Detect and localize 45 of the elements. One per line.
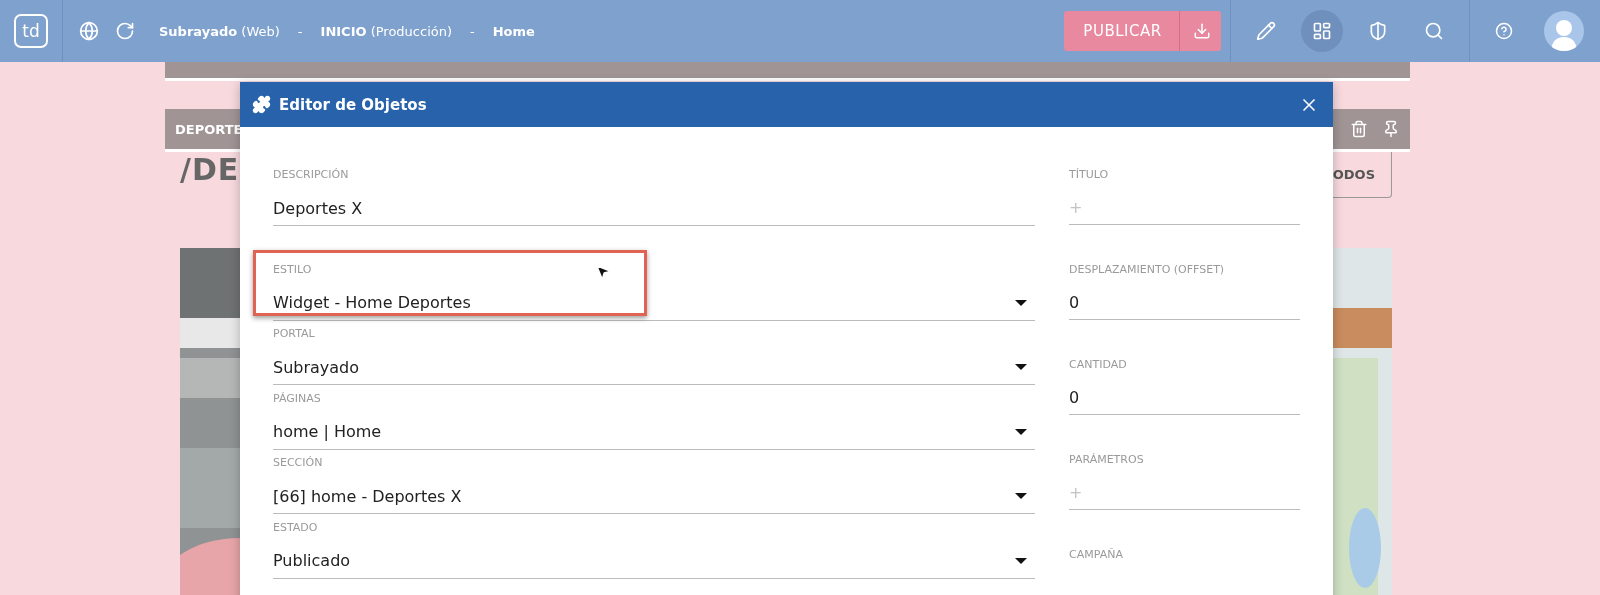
input-field[interactable]: 0 [1069, 286, 1300, 320]
field-label: PÁGINAS [273, 391, 321, 405]
help-icon [1495, 22, 1513, 40]
field-label: SECCIÓN [273, 456, 323, 469]
section-heading: /DE [180, 152, 240, 187]
trash-icon[interactable] [1350, 120, 1368, 138]
input-field[interactable]: 0 [1069, 381, 1300, 415]
select-field[interactable]: [66] home - Deportes X [273, 479, 1035, 514]
field-label: TÍTULO [1069, 168, 1109, 181]
select-field[interactable]: Publicado [273, 543, 1035, 579]
field-label: ESTADO [273, 520, 318, 534]
download-icon [1192, 22, 1211, 40]
field-label: PARÁMETROS [1069, 453, 1144, 466]
dialog-title: Editor de Objetos [279, 95, 428, 114]
field-label: DESCRIPCIÓN [273, 168, 349, 181]
select-field[interactable]: Widget - Home Deportes [273, 285, 1035, 321]
dropdown-caret-icon [1015, 299, 1027, 306]
field-label: PORTAL [273, 327, 315, 340]
layout-icon [1312, 21, 1332, 41]
refresh-icon [115, 21, 135, 41]
dropdown-caret-icon [1015, 557, 1027, 564]
puzzle-icon [252, 95, 271, 114]
shield-icon [1368, 21, 1388, 41]
section-title: DEPORTE [175, 121, 243, 137]
input-field[interactable]: + [1069, 476, 1300, 510]
breadcrumb-separator: - [297, 23, 303, 39]
select-field[interactable]: home | Home [273, 414, 1035, 450]
field-label: CANTIDAD [1069, 358, 1127, 371]
breadcrumb-separator: - [470, 23, 475, 39]
text-field[interactable]: Deportes X [273, 191, 1035, 226]
pencil-icon [1256, 21, 1276, 41]
download-button[interactable] [1179, 11, 1221, 51]
layout-button[interactable] [1301, 10, 1343, 52]
pin-icon[interactable] [1382, 120, 1400, 138]
field-label: DESPLAZAMIENTO (OFFSET) [1069, 263, 1225, 276]
select-field[interactable]: Subrayado [273, 350, 1035, 385]
dropdown-caret-icon [1015, 493, 1027, 499]
field-label: ESTILO [273, 262, 312, 276]
globe-icon [79, 21, 99, 41]
user-avatar[interactable] [1544, 11, 1584, 51]
dropdown-caret-icon [1015, 364, 1027, 370]
field-label: CAMPAÑA [1069, 548, 1123, 561]
dropdown-caret-icon [1015, 428, 1027, 435]
search-icon [1424, 21, 1444, 41]
input-field[interactable]: + [1069, 191, 1300, 225]
